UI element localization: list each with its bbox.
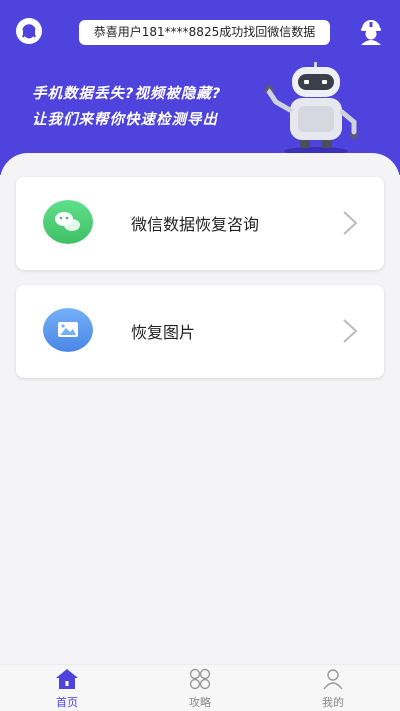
user-icon <box>323 669 343 690</box>
notice-text: 恭喜用户181****8825成功找回微信数据 <box>93 25 316 39</box>
notice-marquee: 恭喜用户181****8825成功找回微信数据 <box>79 20 330 45</box>
photo-recovery-label: 恢复图片 <box>131 323 196 342</box>
wechat-recovery-card[interactable]: 微信数据恢复咨询 <box>16 177 384 270</box>
home-icon <box>56 669 78 689</box>
slogan-line-2: 让我们来帮你快速检测导出 <box>32 112 218 128</box>
photo-recovery-card[interactable]: 恢复图片 <box>16 285 384 378</box>
chevron-right-icon <box>343 211 358 235</box>
header-banner: 恭喜用户181****8825成功找回微信数据 手机数据丢失?视频被隐藏? 让我… <box>0 0 400 175</box>
engineer-icon[interactable] <box>356 16 386 46</box>
grid-icon <box>189 668 211 690</box>
tab-mine-label: 我的 <box>322 696 344 709</box>
tab-guide[interactable]: 攻略 <box>160 668 240 710</box>
slogan-line-1: 手机数据丢失?视频被隐藏? <box>32 86 222 102</box>
tab-guide-label: 攻略 <box>189 696 211 709</box>
customer-service-icon[interactable] <box>14 16 44 46</box>
wechat-recovery-label: 微信数据恢复咨询 <box>131 215 260 234</box>
main-content: 微信数据恢复咨询 恢复图片 <box>0 153 400 665</box>
chevron-right-icon <box>343 319 358 343</box>
image-icon <box>43 308 93 352</box>
bottom-tab-bar: 首页 攻略 我的 <box>0 664 400 711</box>
robot-illustration <box>263 62 360 155</box>
tab-mine[interactable]: 我的 <box>293 668 373 710</box>
tab-home-label: 首页 <box>56 696 78 709</box>
tab-home[interactable]: 首页 <box>27 668 107 710</box>
wechat-icon <box>43 200 93 244</box>
